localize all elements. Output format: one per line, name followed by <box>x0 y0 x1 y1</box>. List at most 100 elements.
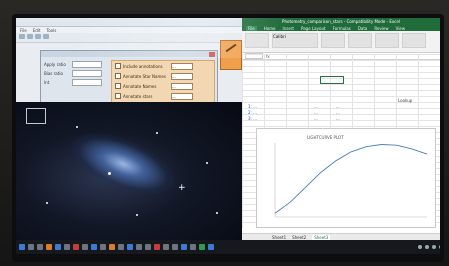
styles-group[interactable] <box>375 33 399 48</box>
tab-formulas[interactable]: Formulas <box>333 26 351 31</box>
field-label: Int <box>44 80 50 85</box>
toolbar-save-icon[interactable] <box>27 34 33 39</box>
battery-icon[interactable] <box>432 245 436 249</box>
option-input[interactable]: ... <box>171 72 193 80</box>
app-icon[interactable] <box>208 244 214 250</box>
volume-icon[interactable] <box>425 245 429 249</box>
table-row[interactable]: 1: ......... <box>248 104 352 109</box>
network-icon[interactable] <box>418 245 422 249</box>
selected-cell[interactable] <box>320 76 344 84</box>
row-name: 2: ... <box>248 110 257 115</box>
toolbar-settings-icon[interactable] <box>43 34 49 39</box>
menu-tools[interactable]: Tools <box>46 28 56 33</box>
table-row[interactable]: 2: ......... <box>248 110 352 115</box>
start-icon[interactable] <box>19 244 25 250</box>
navigator-thumbnail[interactable] <box>26 108 46 124</box>
table-row[interactable]: 3: ......... <box>248 116 352 121</box>
task-view-icon[interactable] <box>37 244 43 250</box>
tab-review[interactable]: Review <box>374 26 388 31</box>
app-toolbar <box>16 33 242 43</box>
close-icon[interactable] <box>209 51 215 57</box>
sheet-tab[interactable]: Sheet1 <box>272 235 286 240</box>
option-label: Annotate Star Names <box>123 73 166 79</box>
option-checkbox[interactable] <box>115 93 121 99</box>
cell-value: ... <box>314 104 318 109</box>
option-input[interactable]: ... <box>171 92 193 100</box>
cell-value: ... <box>336 104 340 109</box>
font-name: Calibri <box>273 34 286 39</box>
field-input[interactable] <box>72 70 102 77</box>
cell-value: ... <box>336 110 340 115</box>
notification-icon[interactable] <box>439 245 440 249</box>
dialog-title-bar <box>41 51 217 57</box>
app-icon[interactable] <box>73 244 79 250</box>
app-icon[interactable] <box>190 244 196 250</box>
field-input[interactable] <box>72 61 102 68</box>
option-checkbox[interactable] <box>115 83 121 89</box>
app-icon[interactable] <box>82 244 88 250</box>
field-input[interactable] <box>72 79 102 86</box>
number-group[interactable] <box>348 33 372 48</box>
cells-group[interactable] <box>402 33 426 48</box>
font-group[interactable]: Calibri <box>272 33 318 48</box>
app-icon[interactable] <box>127 244 133 250</box>
option-input[interactable]: ... <box>171 82 193 90</box>
app-title-bar <box>16 18 242 27</box>
sheet-tab[interactable]: Sheet2 <box>292 235 306 240</box>
dialog-left-fields: Apply ratio Bias ratio Int <box>44 60 106 87</box>
option-checkbox[interactable] <box>115 63 121 69</box>
app-icon[interactable] <box>64 244 70 250</box>
app-icon[interactable] <box>172 244 178 250</box>
system-tray <box>418 245 440 249</box>
star <box>216 212 218 214</box>
lightcurve-chart[interactable]: LIGHTCURVE PLOT <box>256 128 436 228</box>
option-label: Include annotations <box>123 63 163 69</box>
cell-value: ... <box>336 116 340 121</box>
chart-title: LIGHTCURVE PLOT <box>307 135 344 140</box>
screen: File Edit Tools Apply ratio Bias ratio I… <box>16 18 440 254</box>
chart-svg: LIGHTCURVE PLOT <box>274 135 428 218</box>
option-checkbox[interactable] <box>115 73 121 79</box>
app-icon[interactable] <box>136 244 142 250</box>
excel-window: Photometry_comparison_stars - Compatibil… <box>242 18 440 240</box>
tab-page-layout[interactable]: Page Layout <box>301 26 326 31</box>
app-icon[interactable] <box>100 244 106 250</box>
star <box>156 132 158 134</box>
app-icon[interactable] <box>181 244 187 250</box>
option-input[interactable]: ... <box>171 62 193 70</box>
tab-file[interactable]: File <box>246 25 257 31</box>
search-icon[interactable] <box>28 244 34 250</box>
app-icon[interactable] <box>163 244 169 250</box>
toolbar-open-icon[interactable] <box>19 34 25 39</box>
star <box>76 126 78 128</box>
pen-tool-button[interactable] <box>220 40 242 70</box>
excel-taskbar-icon[interactable] <box>199 244 205 250</box>
clipboard-group[interactable] <box>245 33 269 48</box>
folder-icon[interactable] <box>46 244 52 250</box>
option-label: Annotate stars <box>123 93 153 99</box>
crosshair-icon: + <box>178 183 186 193</box>
alignment-group[interactable] <box>321 33 345 48</box>
field-label: Bias ratio <box>44 71 63 76</box>
tab-data[interactable]: Data <box>358 26 368 31</box>
tab-insert[interactable]: Insert <box>283 26 294 31</box>
toolbar-zoom-icon[interactable] <box>35 34 41 39</box>
menu-file[interactable]: File <box>20 28 27 33</box>
browser-icon[interactable] <box>55 244 61 250</box>
sky-image-canvas[interactable]: + <box>16 102 242 240</box>
app-icon[interactable] <box>145 244 151 250</box>
sheet-tab-active[interactable]: Sheet3 <box>312 234 331 240</box>
app-icon[interactable] <box>118 244 124 250</box>
astronomy-app-window: File Edit Tools Apply ratio Bias ratio I… <box>16 18 243 240</box>
excel-title: Photometry_comparison_stars - Compatibil… <box>242 18 440 25</box>
menu-edit[interactable]: Edit <box>33 28 41 33</box>
app-icon[interactable] <box>109 244 115 250</box>
option-row: Annotate Star Names... <box>112 71 214 81</box>
option-row: Annotate stars... <box>112 91 214 101</box>
tab-view[interactable]: View <box>396 26 406 31</box>
app-icon[interactable] <box>154 244 160 250</box>
app-icon[interactable] <box>91 244 97 250</box>
cell-value: ... <box>314 110 318 115</box>
tab-home[interactable]: Home <box>264 26 276 31</box>
option-label: Annotate Names <box>123 83 157 89</box>
